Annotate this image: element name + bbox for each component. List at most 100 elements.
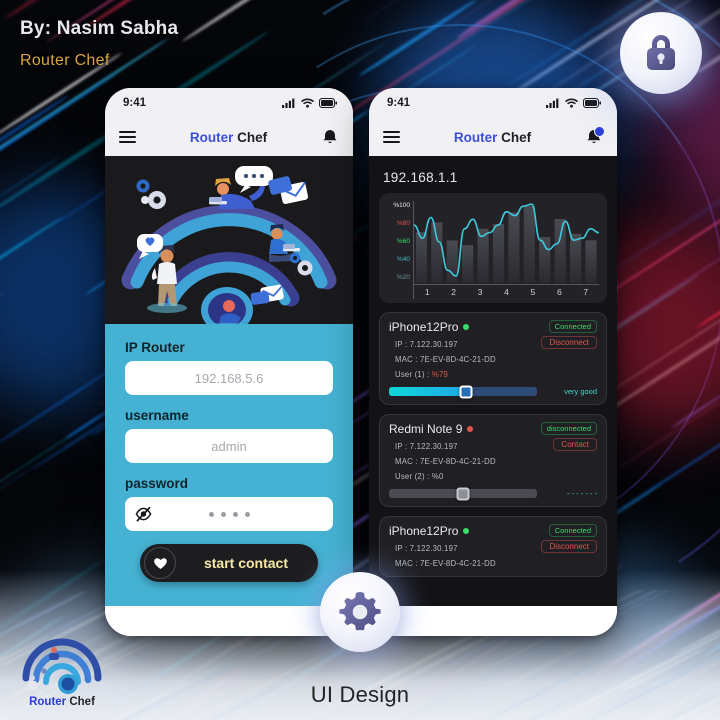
start-contact-button[interactable]: start contact [140,544,318,582]
chart-x-axis: 1 2 3 4 5 6 7 [414,284,599,299]
app-title-left: Router Chef [190,130,267,145]
home-indicator-area-right [369,606,617,636]
chart-svg [414,201,599,283]
device-mac: MAC : 7E-EV-8D-4C-21-DD [395,457,597,466]
cellular-signal-icon [546,98,560,108]
app-title-router: Router [190,130,234,145]
device-status-dot [463,528,469,534]
phone-mockup-dashboard: 9:41 Router Chef 192.168.1.1 %100 %80 %6… [369,88,617,636]
start-contact-label: start contact [186,555,318,571]
username-label: username [125,408,333,423]
signal-quality-label: - - - - - - - [567,489,597,498]
login-form: IP Router 192.168.5.6 username admin pas… [105,324,353,606]
gear-icon [337,589,383,635]
chart-x-tick: 2 [440,285,466,299]
signal-slider[interactable] [389,489,537,498]
status-icon-group [282,98,337,108]
battery-full-icon [583,98,601,108]
signal-slider-row: very good [389,387,597,396]
app-title-right: Router Chef [454,130,531,145]
hamburger-menu-icon[interactable] [119,131,136,143]
device-status-badge: Connected [549,320,597,333]
chart-y-tick: %40 [387,257,413,264]
device-action-button[interactable]: Contact [553,438,597,451]
signal-slider-knob[interactable] [459,385,472,398]
signal-chart-card: %100 %80 %60 %40 %20 1 2 3 4 5 6 7 [379,193,607,303]
app-title-chef: Chef [497,130,531,145]
device-action-button[interactable]: Disconnect [541,540,597,553]
phone-mockup-login: 9:41 Router Chef IP Router 192.168.5.6 u… [105,88,353,636]
heart-icon [153,556,168,570]
device-name: iPhone12Pro [389,320,458,334]
device-name: iPhone12Pro [389,524,458,538]
chart-y-tick: %100 [387,203,413,210]
app-bar-right: Router Chef [369,118,617,156]
notification-bell-button[interactable] [585,128,603,146]
brand-logo: Router Chef [16,638,108,708]
cellular-signal-icon [282,98,296,108]
chart-x-tick: 3 [467,285,493,299]
lock-badge [620,12,702,94]
signal-slider[interactable] [389,387,537,396]
lock-icon [641,31,681,75]
author-credit: By: Nasim Sabha [20,18,178,40]
status-bar-left: 9:41 [105,88,353,118]
heart-icon-circle [144,547,176,579]
status-time: 9:41 [123,97,146,109]
brand-logo-label: Router Chef [16,696,108,708]
status-bar-right: 9:41 [369,88,617,118]
notification-bell-button[interactable] [321,128,339,146]
password-input[interactable] [125,497,333,531]
brand-word-router: Router [29,696,66,708]
chart-x-tick: 6 [546,285,572,299]
device-status-dot [463,324,469,330]
device-card[interactable]: Redmi Note 9 disconnected Contact IP : 7… [379,414,607,507]
device-list: iPhone12Pro Connected Disconnect IP : 7.… [379,312,607,577]
app-title-chef: Chef [233,130,267,145]
signal-slider-row: - - - - - - - [389,489,597,498]
wifi-icon [565,98,578,108]
device-user: User (1) : %79 [395,370,597,379]
chart-y-tick: %80 [387,221,413,228]
device-user-percent: %0 [432,472,444,481]
brand-word-chef: Chef [66,696,95,708]
signal-slider-knob[interactable] [457,487,470,500]
chart-y-axis: %100 %80 %60 %40 %20 [387,201,413,299]
password-masked-value [209,512,250,517]
signal-slider-fill [389,387,466,396]
device-status-badge: Connected [549,524,597,537]
signal-quality-label: very good [564,387,597,396]
footer-caption: UI Design [0,682,720,708]
chart-x-tick: 7 [573,285,599,299]
app-title-router: Router [454,130,498,145]
ip-router-label: IP Router [125,340,333,355]
device-name: Redmi Note 9 [389,422,462,436]
eye-off-icon[interactable] [135,506,152,523]
status-time: 9:41 [387,97,410,109]
notification-badge [594,126,605,137]
chart-y-tick: %20 [387,275,413,282]
chart-plot-area [414,201,599,283]
ip-router-input[interactable]: 192.168.5.6 [125,361,333,395]
password-label: password [125,476,333,491]
chart-x-tick: 1 [414,285,440,299]
ip-router-value: 192.168.5.6 [195,371,264,386]
device-user: User (2) : %0 [395,472,597,481]
device-card[interactable]: iPhone12Pro Connected Disconnect IP : 7.… [379,516,607,577]
chart-x-tick: 4 [493,285,519,299]
device-action-button[interactable]: Disconnect [541,336,597,349]
username-input[interactable]: admin [125,429,333,463]
notification-bell-icon [321,128,339,146]
router-ip-heading: 192.168.1.1 [383,170,607,185]
dashboard-panel: 192.168.1.1 %100 %80 %60 %40 %20 1 2 3 4 5 6 7 iPh… [369,156,617,606]
project-name: Router Chef [20,52,110,70]
gear-badge [320,572,400,652]
hamburger-menu-icon[interactable] [383,131,400,143]
device-card[interactable]: iPhone12Pro Connected Disconnect IP : 7.… [379,312,607,405]
home-indicator-area-left [105,606,353,636]
device-mac: MAC : 7E-EV-8D-4C-21-DD [395,559,597,568]
chart-y-tick: %60 [387,239,413,246]
device-status-badge: disconnected [541,422,597,435]
app-bar-left: Router Chef [105,118,353,156]
brand-logo-art [16,638,108,694]
